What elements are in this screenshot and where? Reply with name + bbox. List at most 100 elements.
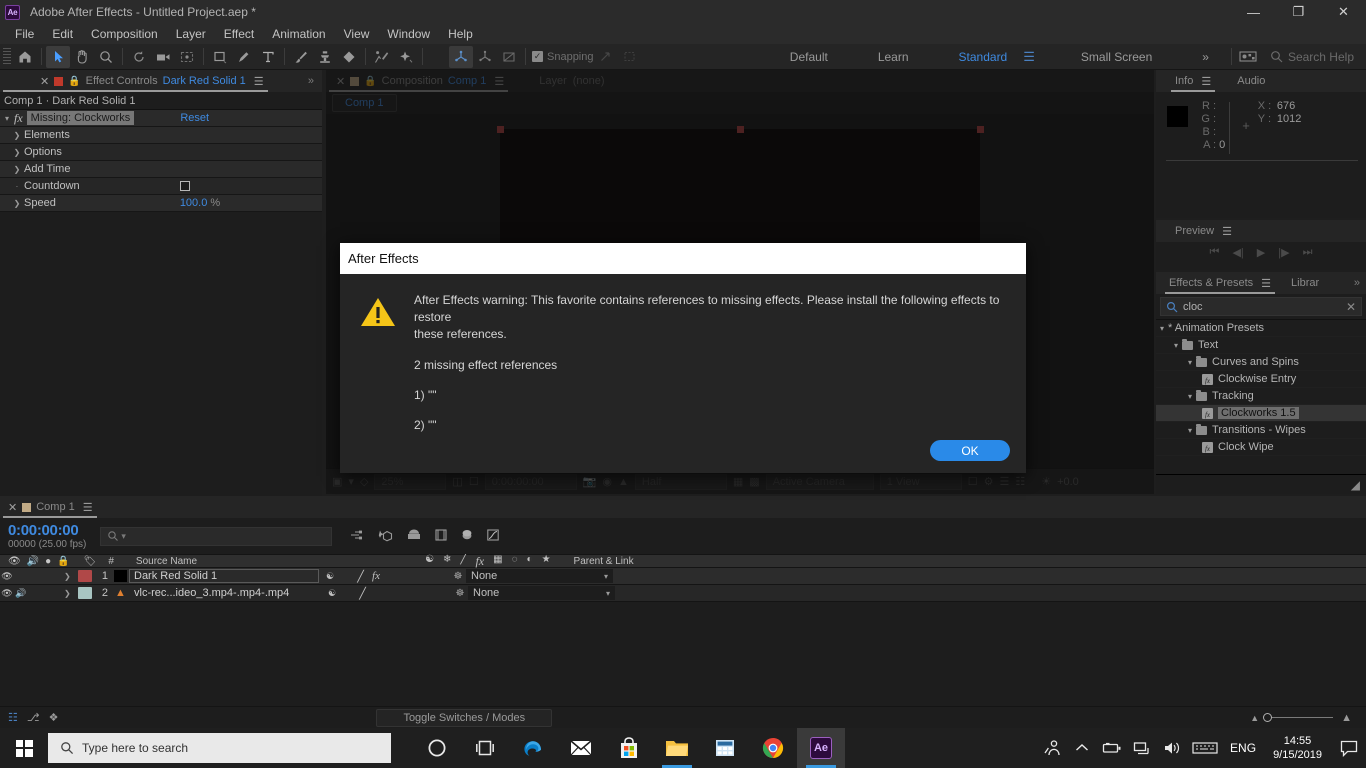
expand-chevron-icon[interactable]: ▾ (1188, 358, 1192, 367)
audio-toggle-icon[interactable]: 🔊 (14, 588, 28, 599)
close-tab-icon[interactable]: ✕ (40, 75, 49, 88)
menu-layer[interactable]: Layer (167, 25, 215, 43)
dialog-ok-button[interactable]: OK (930, 440, 1010, 461)
collapse-chevron-icon[interactable]: ▾ (0, 114, 14, 123)
next-frame-icon[interactable]: |▶ (1278, 246, 1289, 259)
zoom-tool-icon[interactable] (94, 46, 118, 68)
workspace-menu-icon[interactable]: ☰ (1023, 49, 1035, 65)
expand-chevron-icon[interactable]: ❯ (10, 165, 24, 174)
menu-view[interactable]: View (335, 25, 379, 43)
expand-layer-icon[interactable]: ❯ (64, 589, 78, 598)
taskbar-clock[interactable]: 14:55 9/15/2019 (1263, 734, 1332, 762)
panel-menu-icon[interactable]: ☰ (1222, 225, 1232, 238)
menu-window[interactable]: Window (378, 25, 439, 43)
tab-effects-presets[interactable]: Effects & Presets ☰ (1162, 272, 1278, 294)
snap-arrow-icon[interactable] (594, 46, 618, 68)
snap-bounds-icon[interactable] (618, 46, 642, 68)
prev-frame-icon[interactable]: ◀| (1232, 246, 1243, 259)
expand-layer-icon[interactable]: ❯ (64, 572, 78, 581)
graph-editor-icon[interactable] (486, 528, 500, 545)
taskbar-after-effects-icon[interactable]: Ae (797, 728, 845, 768)
effect-property-value[interactable]: 100.0 (180, 197, 208, 209)
expand-chevron-icon[interactable]: ▾ (1174, 341, 1178, 350)
view-axis-mode-icon[interactable] (497, 46, 521, 68)
local-axis-mode-icon[interactable] (449, 45, 473, 68)
effect-property-row[interactable]: ❯ Speed 100.0% (0, 195, 322, 212)
parent-switch[interactable]: ☯ (325, 588, 339, 599)
video-toggle-icon[interactable]: 👁 (0, 588, 14, 599)
taskbar-search-box[interactable]: Type here to search (48, 733, 391, 763)
enable-motion-blur-icon[interactable] (406, 528, 422, 545)
timeline-zoom-slider[interactable] (1263, 713, 1334, 722)
parent-link-column-header[interactable]: Parent & Link (574, 556, 634, 567)
tab-preview[interactable]: Preview ☰ (1168, 220, 1239, 242)
enable-frame-blending-icon[interactable] (378, 528, 394, 545)
last-frame-icon[interactable]: ⏭ (1303, 246, 1313, 259)
puppet-tool-icon[interactable] (394, 46, 418, 68)
workspace-standard[interactable]: Standard (955, 50, 1012, 64)
panel-menu-icon[interactable]: ☰ (1261, 277, 1271, 290)
tab-timeline-comp[interactable]: ✕ Comp 1 ☰ (0, 496, 100, 518)
effect-property-row[interactable]: ❯ Add Time (0, 161, 322, 178)
layer-label-color[interactable] (78, 587, 92, 599)
text-tool-icon[interactable] (256, 46, 280, 68)
snapping-checkbox-icon[interactable]: ✓ (532, 51, 543, 62)
preset-item[interactable]: fx Clockwise Entry (1156, 371, 1366, 388)
network-icon[interactable] (1127, 728, 1157, 768)
effects-presets-overflow-icon[interactable]: » (1354, 277, 1360, 289)
auto-keyframe-icon[interactable] (460, 528, 474, 545)
effects-search-box[interactable]: ✕ (1160, 297, 1362, 316)
effect-property-row[interactable]: · Countdown (0, 178, 322, 195)
effect-controls-overflow-icon[interactable]: » (308, 75, 314, 87)
panel-menu-icon[interactable]: ☰ (1201, 75, 1211, 88)
workspace-overflow-icon[interactable]: » (1198, 50, 1213, 64)
effects-switch[interactable]: fx (368, 570, 384, 582)
start-button[interactable] (0, 728, 48, 768)
zoom-out-timeline-icon[interactable]: ▲ (1250, 713, 1259, 723)
menu-edit[interactable]: Edit (43, 25, 82, 43)
adjustment-switch[interactable]: ╱ (353, 570, 368, 583)
preset-item[interactable]: fx Clock Wipe (1156, 439, 1366, 456)
effects-search-input[interactable] (1183, 300, 1341, 313)
expand-chevron-icon[interactable]: ❯ (10, 199, 24, 208)
people-icon[interactable] (1037, 728, 1067, 768)
shy-layers-icon[interactable] (350, 528, 366, 545)
eraser-tool-icon[interactable] (337, 46, 361, 68)
current-timecode[interactable]: 0:00:00:00 (8, 522, 86, 539)
workspace-settings-icon[interactable] (1236, 46, 1260, 68)
parent-link-select[interactable]: None ▾ (466, 569, 613, 583)
taskbar-chrome-icon[interactable] (749, 728, 797, 768)
adjustment-switch[interactable]: ╱ (355, 587, 370, 600)
effect-property-row[interactable]: ❯ Elements (0, 127, 322, 144)
battery-icon[interactable] (1097, 728, 1127, 768)
timeline-layer-row[interactable]: 👁 ❯ 1 Dark Red Solid 1 ☯ ╱ fx ☸ None ▾ (0, 568, 1366, 585)
maximize-button[interactable]: ❐ (1276, 0, 1321, 24)
tab-info[interactable]: Info ☰ (1168, 70, 1218, 92)
menu-animation[interactable]: Animation (263, 25, 334, 43)
toggle-switches-modes-button[interactable]: Toggle Switches / Modes (376, 708, 553, 727)
taskbar-calculator-icon[interactable] (701, 728, 749, 768)
preset-folder[interactable]: ▾ Curves and Spins (1156, 354, 1366, 371)
parent-link-select[interactable]: None ▾ (468, 586, 615, 600)
taskbar-store-icon[interactable] (605, 728, 653, 768)
shape-tool-icon[interactable] (208, 46, 232, 68)
toolbar-grip[interactable] (3, 47, 11, 66)
preset-folder[interactable]: ▾ * Animation Presets (1156, 320, 1366, 337)
workspace-learn[interactable]: Learn (874, 50, 913, 64)
rotation-tool-icon[interactable] (127, 46, 151, 68)
taskbar-file-explorer-icon[interactable] (653, 728, 701, 768)
expand-chevron-icon[interactable]: ❯ (10, 148, 24, 157)
layer-label-color[interactable] (78, 570, 92, 582)
menu-help[interactable]: Help (439, 25, 482, 43)
expand-chevron-icon[interactable]: ❯ (10, 131, 24, 140)
taskbar-cortana-icon[interactable] (413, 728, 461, 768)
layer-source-name[interactable]: vlc-rec...ideo_3.mp4-.mp4-.mp4 (129, 586, 321, 600)
expand-chevron-icon[interactable]: ▾ (1160, 324, 1164, 333)
property-bullet-icon[interactable]: · (10, 182, 24, 191)
tab-audio[interactable]: Audio (1230, 70, 1272, 92)
expand-chevron-icon[interactable]: ▾ (1188, 426, 1192, 435)
snapping-toggle[interactable]: ✓ Snapping (532, 51, 594, 63)
effect-row-missing-clockworks[interactable]: ▾ fx Missing: Clockworks Reset (0, 110, 322, 127)
workspace-small-screen[interactable]: Small Screen (1077, 50, 1156, 64)
home-icon[interactable] (13, 46, 37, 68)
